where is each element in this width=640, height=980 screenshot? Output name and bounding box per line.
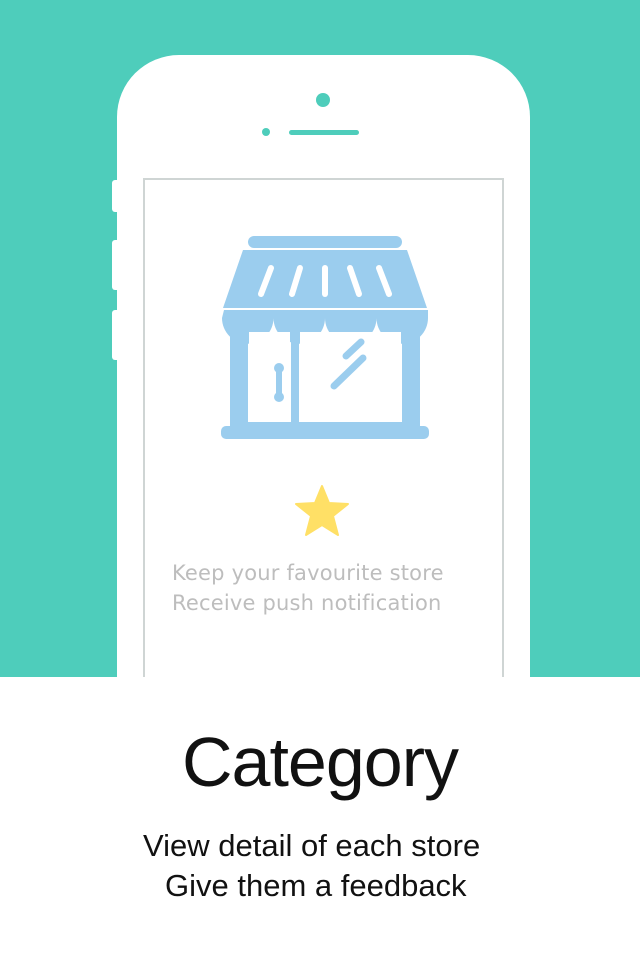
caption-line-feedback: Give them a feedback (165, 868, 467, 903)
earpiece-speaker (289, 130, 359, 135)
page-title: Category (181, 723, 459, 801)
proximity-sensor (262, 128, 270, 136)
store-icon (221, 236, 429, 439)
front-camera (316, 93, 330, 107)
feature-line-push-notification: Receive push notification (172, 591, 442, 615)
feature-line-favourite-store: Keep your favourite store (172, 561, 444, 585)
hero-background: Keep your favourite store Receive push n… (0, 0, 640, 677)
star-icon (295, 485, 349, 536)
caption-line-store-detail: View detail of each store (143, 828, 481, 863)
